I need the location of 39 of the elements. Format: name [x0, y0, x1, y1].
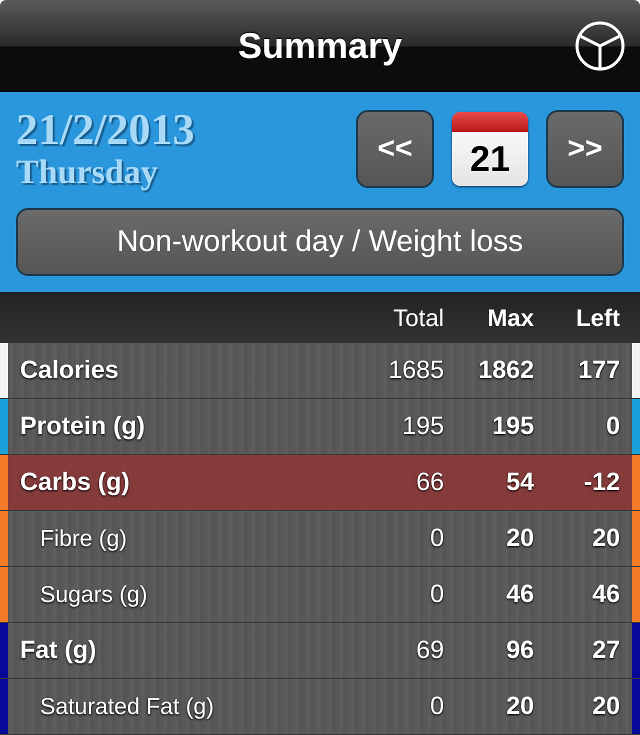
- pie-chart-icon[interactable]: [574, 20, 626, 72]
- table-cell-text: 1685: [387, 356, 444, 385]
- table-cell-text: 195: [491, 412, 534, 441]
- table-cell-text: 27: [591, 636, 620, 665]
- nutrient-label: Fibre (g): [39, 525, 128, 552]
- nutrient-label: Calories: [19, 356, 120, 385]
- nutrient-label: Carbs (g): [19, 468, 131, 497]
- weekday-label: Thursday: [16, 154, 159, 192]
- nutrient-label: Fat (g): [19, 636, 98, 665]
- calendar-button[interactable]: 21: [452, 112, 528, 186]
- table-cell-text: 20: [505, 692, 534, 721]
- table-cell-text: 1862: [477, 356, 534, 385]
- table-cell-text: 20: [591, 692, 620, 721]
- nutrient-label: Protein (g): [19, 412, 146, 441]
- table-cell-text: 0: [429, 524, 444, 553]
- column-header: Total: [392, 305, 444, 333]
- table-cell-text: -12: [582, 468, 620, 497]
- day-type-button[interactable]: Non-workout day / Weight loss: [16, 208, 624, 276]
- table-cell-text: 69: [415, 636, 444, 665]
- table-cell-text: 195: [401, 412, 444, 441]
- next-day-button[interactable]: >>: [546, 110, 624, 188]
- table-cell-text: 20: [591, 524, 620, 553]
- date-label: 21/2/2013: [16, 106, 196, 154]
- table-cell-text: 46: [591, 580, 620, 609]
- table-cell-text: 0: [605, 412, 620, 441]
- column-header: Left: [575, 305, 620, 333]
- table-cell-text: 0: [429, 692, 444, 721]
- table-cell-text: 177: [577, 356, 620, 385]
- table-cell-text: 20: [505, 524, 534, 553]
- table-cell-text: 96: [505, 636, 534, 665]
- screen-title: Summary: [238, 25, 402, 67]
- table-cell-text: 66: [415, 468, 444, 497]
- table-cell-text: 0: [429, 580, 444, 609]
- nutrient-label: Saturated Fat (g): [39, 693, 215, 720]
- nutrient-label: Sugars (g): [39, 581, 148, 608]
- previous-day-button[interactable]: <<: [356, 110, 434, 188]
- column-header: Max: [486, 305, 534, 333]
- table-cell-text: 54: [505, 468, 534, 497]
- table-cell-text: 46: [505, 580, 534, 609]
